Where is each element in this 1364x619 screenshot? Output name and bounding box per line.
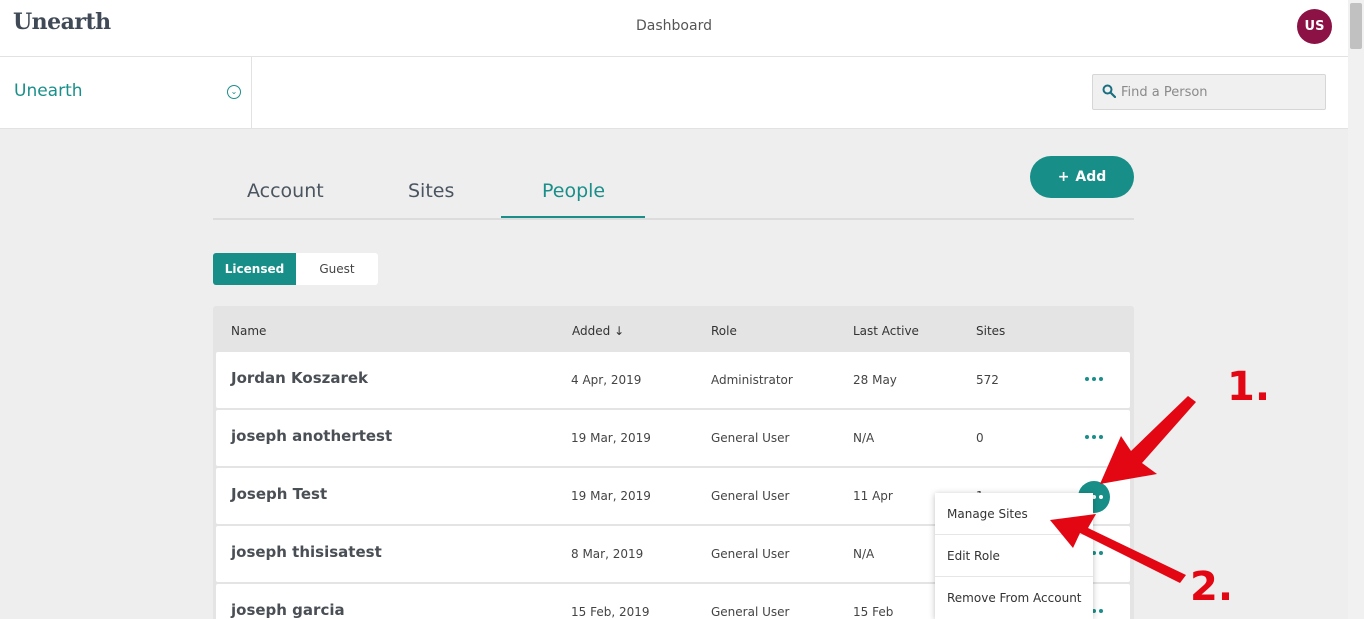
search-input[interactable] bbox=[1121, 75, 1321, 109]
sort-down-icon: ↓ bbox=[614, 324, 625, 338]
add-person-button[interactable]: + Add bbox=[1030, 156, 1134, 198]
table-row[interactable]: Jordan Koszarek 4 Apr, 2019 Administrato… bbox=[216, 352, 1130, 408]
account-name: Unearth bbox=[14, 81, 83, 101]
last-active: 28 May bbox=[853, 373, 897, 387]
page-title: Dashboard bbox=[636, 18, 712, 34]
added-date: 19 Mar, 2019 bbox=[571, 431, 651, 445]
role: General User bbox=[711, 605, 790, 619]
role: Administrator bbox=[711, 373, 793, 387]
added-date: 19 Mar, 2019 bbox=[571, 489, 651, 503]
menu-item-remove-from-account[interactable]: Remove From Account bbox=[935, 577, 1093, 619]
role: General User bbox=[711, 431, 790, 445]
top-navbar: Unearth Dashboard US bbox=[0, 0, 1348, 57]
tab-account[interactable]: Account bbox=[247, 180, 324, 202]
added-date: 4 Apr, 2019 bbox=[571, 373, 642, 387]
license-filter: Licensed Guest bbox=[213, 253, 378, 285]
account-switcher[interactable]: Unearth ⌄ bbox=[0, 57, 252, 128]
role: General User bbox=[711, 489, 790, 503]
column-header-added[interactable]: Added ↓ bbox=[572, 324, 624, 338]
last-active: 15 Feb bbox=[853, 605, 894, 619]
menu-item-edit-role[interactable]: Edit Role bbox=[935, 535, 1093, 577]
more-options-icon[interactable] bbox=[1085, 435, 1105, 443]
user-avatar[interactable]: US bbox=[1297, 9, 1332, 44]
active-tab-indicator bbox=[501, 216, 645, 218]
column-header-sites[interactable]: Sites bbox=[976, 324, 1005, 338]
last-active: 11 Apr bbox=[853, 489, 893, 503]
search-icon bbox=[1102, 84, 1116, 98]
main-tabs: Account Sites People bbox=[213, 156, 1134, 220]
account-bar: Unearth ⌄ bbox=[0, 57, 1348, 129]
table-row[interactable]: joseph anothertest 19 Mar, 2019 General … bbox=[216, 410, 1130, 466]
sites-count: 572 bbox=[976, 373, 999, 387]
added-header-label: Added bbox=[572, 324, 611, 338]
scrollbar-thumb[interactable] bbox=[1350, 3, 1362, 49]
licensed-toggle[interactable]: Licensed bbox=[213, 253, 296, 285]
plus-icon: + bbox=[1057, 169, 1070, 185]
annotation-step-2: 2. bbox=[1190, 564, 1234, 610]
last-active: N/A bbox=[853, 547, 875, 561]
role: General User bbox=[711, 547, 790, 561]
page-scrollbar[interactable] bbox=[1348, 0, 1364, 619]
person-name: Jordan Koszarek bbox=[231, 369, 369, 387]
person-name: joseph anothertest bbox=[231, 427, 393, 445]
more-options-icon[interactable] bbox=[1085, 377, 1105, 385]
row-options-menu: Manage Sites Edit Role Remove From Accou… bbox=[935, 493, 1093, 619]
chevron-down-icon[interactable]: ⌄ bbox=[227, 85, 241, 99]
person-name: joseph garcia bbox=[231, 601, 345, 619]
person-name: joseph thisisatest bbox=[231, 543, 382, 561]
menu-item-manage-sites[interactable]: Manage Sites bbox=[935, 493, 1093, 535]
tab-people[interactable]: People bbox=[542, 180, 605, 202]
add-button-label: Add bbox=[1075, 169, 1107, 185]
added-date: 15 Feb, 2019 bbox=[571, 605, 650, 619]
find-person-search[interactable] bbox=[1092, 74, 1326, 110]
column-header-role[interactable]: Role bbox=[711, 324, 737, 338]
added-date: 8 Mar, 2019 bbox=[571, 547, 644, 561]
column-header-last-active[interactable]: Last Active bbox=[853, 324, 919, 338]
column-header-name[interactable]: Name bbox=[231, 324, 266, 338]
tab-sites[interactable]: Sites bbox=[408, 180, 454, 202]
annotation-step-1: 1. bbox=[1227, 364, 1271, 410]
person-name: Joseph Test bbox=[231, 485, 328, 503]
last-active: N/A bbox=[853, 431, 875, 445]
sites-count: 0 bbox=[976, 431, 984, 445]
guest-toggle[interactable]: Guest bbox=[296, 253, 378, 285]
